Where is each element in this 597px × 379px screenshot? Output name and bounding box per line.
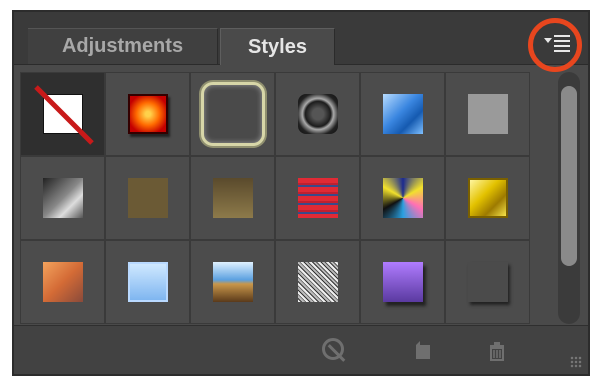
style-cell-15[interactable] xyxy=(190,240,275,324)
no-style-swatch xyxy=(33,85,94,145)
tab-adjustments[interactable]: Adjustments xyxy=(28,28,218,64)
scrollbar[interactable] xyxy=(558,72,580,324)
style-cell-13[interactable] xyxy=(20,240,105,324)
sunset-swatch xyxy=(42,262,83,302)
dark-gray-shadow-swatch xyxy=(467,262,508,302)
style-cell-3[interactable] xyxy=(190,72,275,156)
clear-style-button[interactable] xyxy=(322,338,348,364)
psychedelic-swatch xyxy=(382,178,423,218)
landscape-swatch xyxy=(212,262,253,302)
bevel-ring-swatch xyxy=(297,94,338,134)
style-cell-7[interactable] xyxy=(20,156,105,240)
light-blue-swatch xyxy=(127,262,168,302)
noise-texture-swatch xyxy=(297,262,338,302)
purple-gradient-swatch xyxy=(382,262,423,302)
scrollbar-thumb[interactable] xyxy=(561,86,577,266)
style-cell-9[interactable] xyxy=(190,156,275,240)
style-cell-5[interactable] xyxy=(360,72,445,156)
style-cell-17[interactable] xyxy=(360,240,445,324)
delete-style-button[interactable] xyxy=(484,338,510,364)
new-style-button[interactable] xyxy=(410,338,436,364)
outline-glow-swatch xyxy=(200,82,265,146)
olive-flat-swatch xyxy=(127,178,168,218)
style-cell-6[interactable] xyxy=(445,72,530,156)
delete-style-icon xyxy=(490,342,504,361)
resize-grip-icon[interactable] xyxy=(570,356,582,368)
style-cell-2[interactable] xyxy=(105,72,190,156)
style-cell-1[interactable] xyxy=(20,72,105,156)
styles-panel: Adjustments Styles xyxy=(12,10,590,376)
style-cell-18[interactable] xyxy=(445,240,530,324)
panel-footer xyxy=(14,325,588,374)
style-cell-11[interactable] xyxy=(360,156,445,240)
olive-gradient-swatch xyxy=(212,178,253,218)
tab-styles[interactable]: Styles xyxy=(220,28,335,65)
style-cell-4[interactable] xyxy=(275,72,360,156)
style-cell-10[interactable] xyxy=(275,156,360,240)
gray-plain-swatch xyxy=(467,94,508,134)
style-cell-14[interactable] xyxy=(105,240,190,324)
gray-metal-swatch xyxy=(42,178,83,218)
new-style-icon xyxy=(416,341,430,359)
style-cell-8[interactable] xyxy=(105,156,190,240)
tab-bar: Adjustments Styles xyxy=(14,12,588,72)
styles-grid xyxy=(20,72,530,324)
style-cell-16[interactable] xyxy=(275,240,360,324)
clear-style-icon xyxy=(322,338,346,362)
gold-bevel-swatch xyxy=(467,178,508,218)
style-cell-12[interactable] xyxy=(445,156,530,240)
red-striped-swatch xyxy=(297,178,338,218)
highlight-circle xyxy=(528,18,582,72)
red-glow-swatch xyxy=(127,94,168,134)
blue-glass-swatch xyxy=(382,94,423,134)
